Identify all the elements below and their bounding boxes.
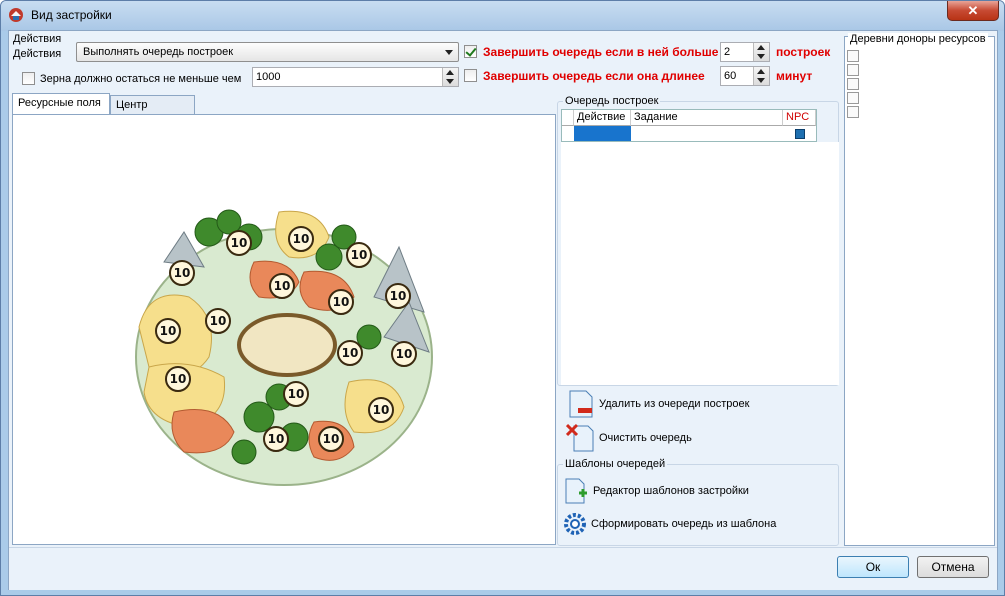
dialog-window: Вид застройки ✕ Действия Действия Выполн… — [0, 0, 1005, 596]
cancel-button[interactable]: Отмена — [917, 556, 989, 578]
document-add-icon — [565, 478, 587, 504]
queue-group-title: Очередь построек — [563, 95, 661, 107]
donor-checkbox[interactable] — [847, 92, 859, 104]
tab-label: Ресурсные поля — [18, 97, 101, 109]
spin-arrows-icon[interactable] — [442, 68, 458, 86]
queue-list-area[interactable] — [561, 142, 839, 385]
delete-from-queue-label: Удалить из очереди построек — [599, 398, 750, 410]
donor-checkbox[interactable] — [847, 106, 859, 118]
donor-villages-list[interactable]: Деревни доноры ресурсов — [844, 33, 995, 546]
actions-label: Действия — [13, 33, 62, 45]
gear-icon — [564, 513, 586, 535]
finish-if-longer-unit: минут — [776, 69, 813, 83]
npc-checkbox[interactable] — [795, 129, 805, 139]
dialog-client: Действия Действия Выполнять очередь пост… — [8, 30, 998, 590]
finish-if-longer-stepper[interactable]: 60 — [720, 66, 770, 86]
field-level-badge[interactable]: 10 — [346, 242, 372, 268]
close-icon: ✕ — [967, 3, 979, 18]
field-level-badge[interactable]: 10 — [169, 260, 195, 286]
templates-group-title: Шаблоны очередей — [563, 458, 668, 470]
donor-checkbox[interactable] — [847, 64, 859, 76]
actions-label-2: Действия — [13, 48, 62, 60]
resource-fields-panel: 10 10 10 10 10 10 10 10 10 10 10 10 10 1… — [12, 114, 556, 545]
field-level-badge[interactable]: 10 — [385, 283, 411, 309]
table-cell-selected[interactable] — [574, 126, 631, 141]
close-button[interactable]: ✕ — [947, 1, 999, 21]
column-header-npc[interactable]: NPC — [783, 110, 816, 126]
field-level-badge[interactable]: 10 — [263, 426, 289, 452]
action-select[interactable]: Выполнять очередь построек — [76, 42, 459, 62]
grain-checkbox[interactable] — [22, 72, 35, 85]
document-remove-icon — [569, 390, 593, 418]
window-title: Вид застройки — [31, 8, 112, 22]
spin-arrows-icon[interactable] — [753, 67, 769, 85]
tab-village-center[interactable]: Центр деревни — [110, 95, 195, 123]
donor-villages-title: Деревни доноры ресурсов — [848, 33, 988, 45]
field-level-badge[interactable]: 10 — [328, 289, 354, 315]
finish-if-longer-label: Завершить очередь если она длинее — [483, 69, 705, 83]
finish-if-more-checkbox[interactable] — [464, 45, 477, 58]
action-select-value: Выполнять очередь построек — [83, 46, 234, 58]
ok-button[interactable]: Ок — [837, 556, 909, 578]
field-level-badge[interactable]: 10 — [269, 273, 295, 299]
finish-if-longer-value: 60 — [724, 70, 737, 82]
queue-table[interactable]: Действие Задание NPC — [561, 109, 817, 142]
template-editor-label: Редактор шаблонов застройки — [593, 485, 749, 497]
field-level-badge[interactable]: 10 — [283, 381, 309, 407]
donor-checkbox[interactable] — [847, 50, 859, 62]
finish-if-longer-checkbox[interactable] — [464, 69, 477, 82]
field-level-badge[interactable]: 10 — [368, 397, 394, 423]
app-icon — [9, 8, 23, 22]
template-editor-button[interactable]: Редактор шаблонов застройки — [563, 477, 749, 505]
column-header-task[interactable]: Задание — [631, 110, 783, 126]
document-clear-icon — [566, 423, 594, 452]
clear-queue-button[interactable]: Очистить очередь — [566, 423, 692, 453]
chevron-down-icon — [445, 50, 453, 55]
form-queue-button[interactable]: Сформировать очередь из шаблона — [563, 512, 776, 536]
field-level-badge[interactable]: 10 — [155, 318, 181, 344]
clear-queue-label: Очистить очередь — [599, 432, 692, 444]
grain-checkbox-label: Зерна должно остаться не меньше чем — [40, 73, 242, 85]
field-level-badge[interactable]: 10 — [165, 366, 191, 392]
finish-if-more-unit: построек — [776, 45, 831, 59]
tab-resource-fields[interactable]: Ресурсные поля — [12, 93, 110, 115]
field-level-badge[interactable]: 10 — [288, 226, 314, 252]
table-row-header — [562, 110, 574, 126]
finish-if-more-label: Завершить очередь если в ней больше — [483, 45, 719, 59]
donor-checkbox[interactable] — [847, 78, 859, 90]
delete-from-queue-button[interactable]: Удалить из очереди построек — [566, 389, 749, 419]
column-header-action[interactable]: Действие — [574, 110, 631, 126]
grain-stepper[interactable]: 1000 — [252, 67, 459, 87]
field-level-badge[interactable]: 10 — [337, 340, 363, 366]
field-level-badge[interactable]: 10 — [205, 308, 231, 334]
field-level-badge[interactable]: 10 — [226, 230, 252, 256]
form-queue-label: Сформировать очередь из шаблона — [591, 518, 777, 530]
finish-if-more-stepper[interactable]: 2 — [720, 42, 770, 62]
spin-arrows-icon[interactable] — [753, 43, 769, 61]
field-level-badge[interactable]: 10 — [391, 341, 417, 367]
finish-if-more-value: 2 — [724, 46, 731, 58]
field-level-badge[interactable]: 10 — [318, 426, 344, 452]
grain-value: 1000 — [256, 71, 281, 83]
title-bar[interactable]: Вид застройки ✕ — [1, 1, 1004, 31]
